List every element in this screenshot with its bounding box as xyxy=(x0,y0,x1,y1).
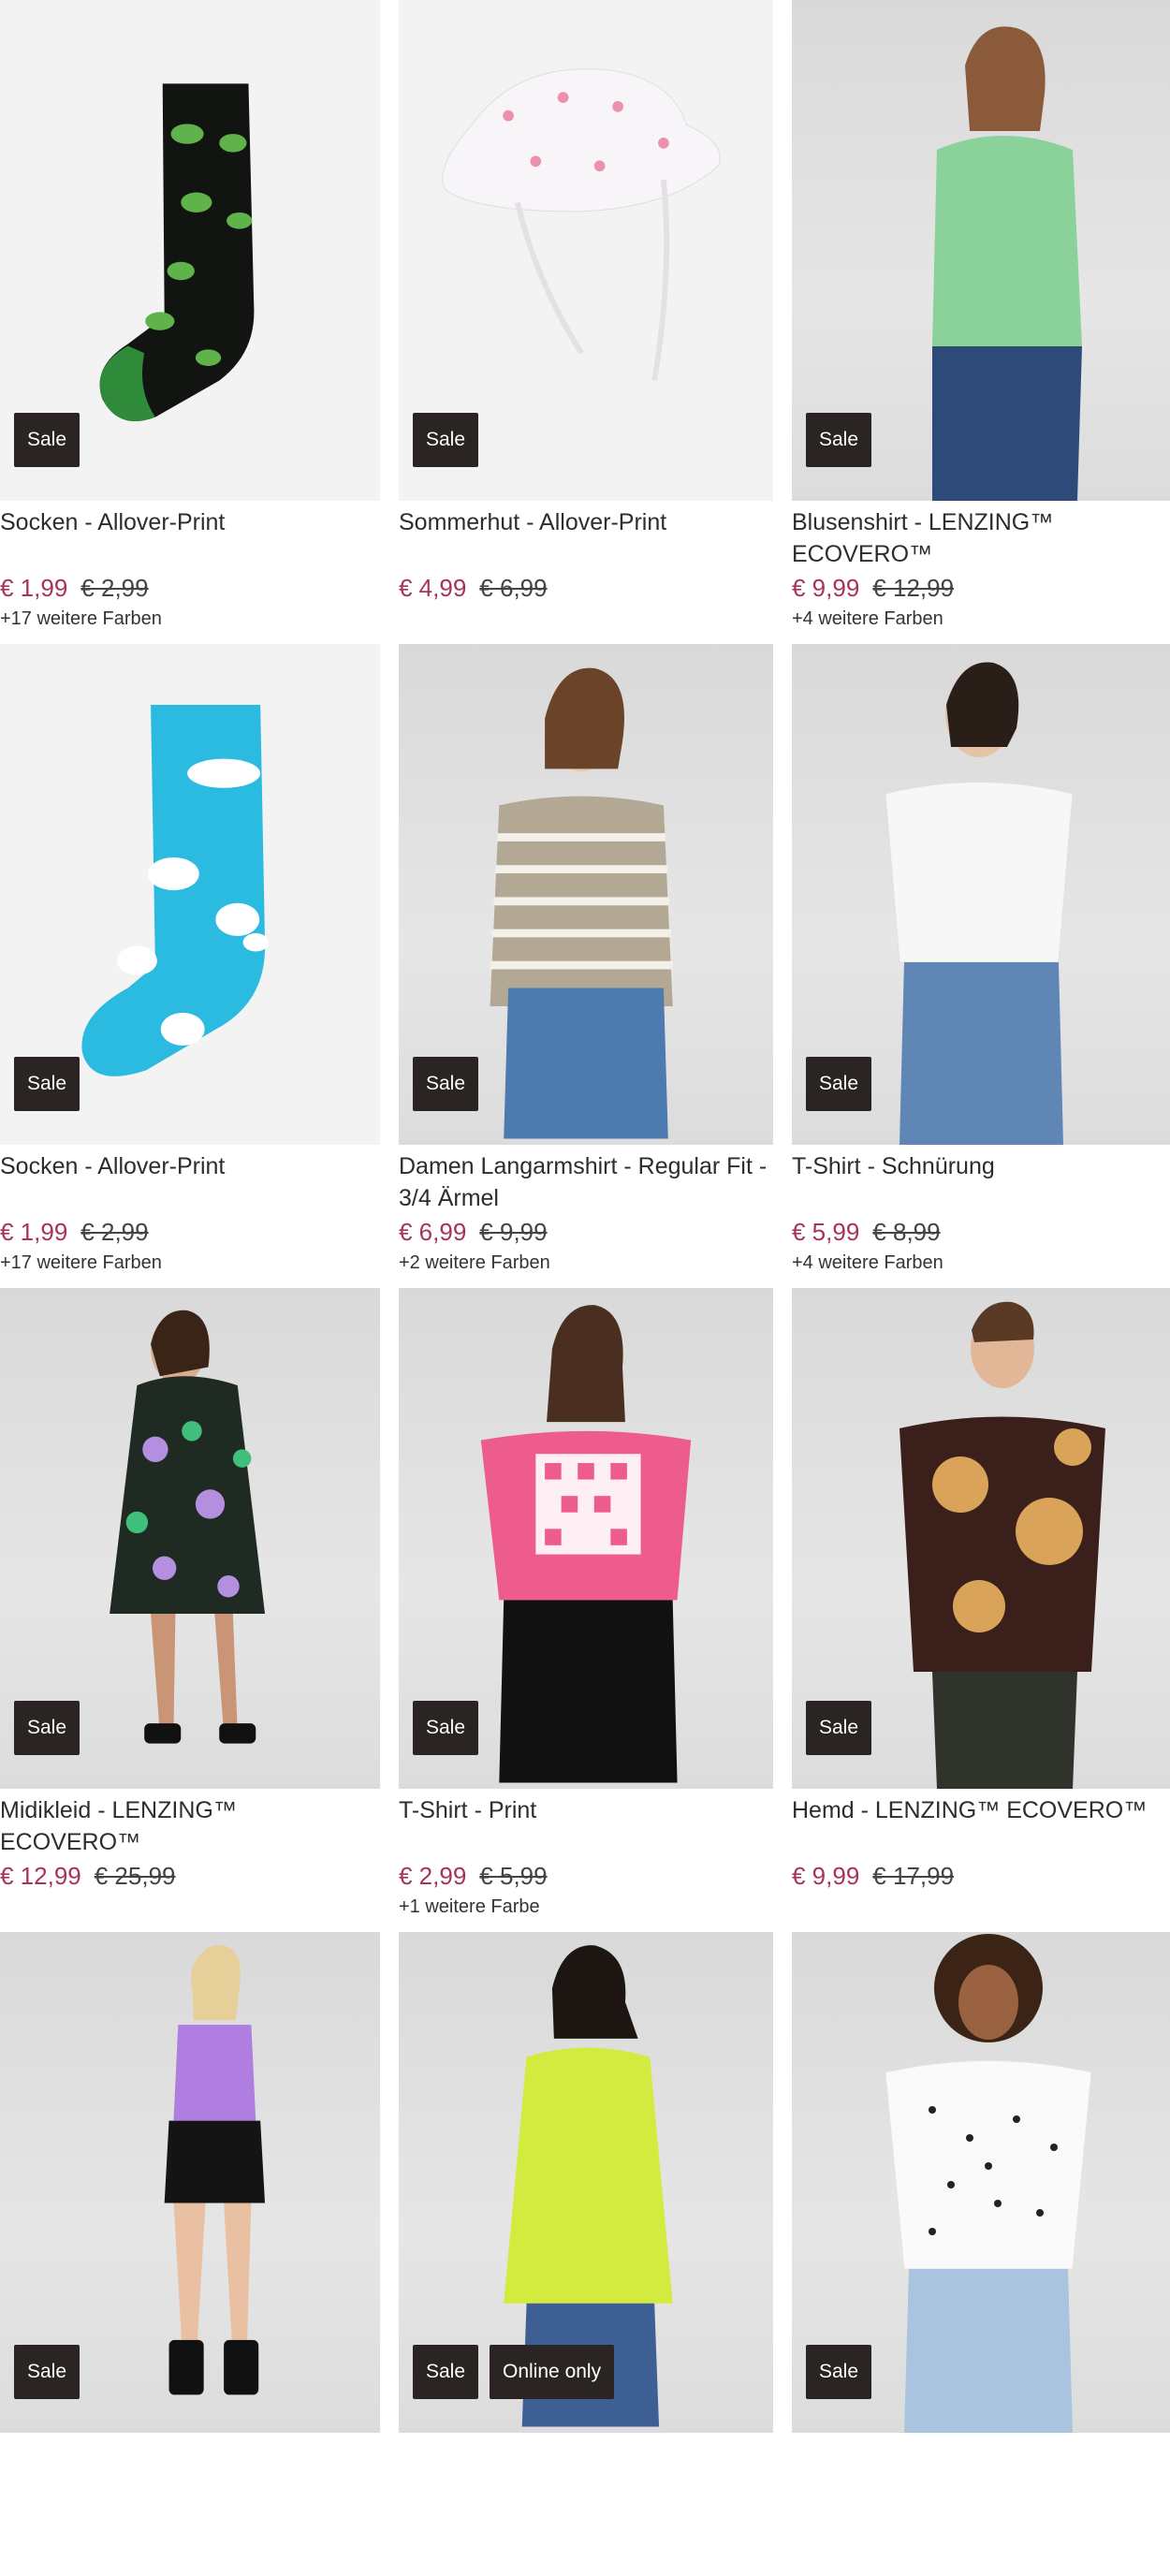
badge-row: Sale xyxy=(806,1057,872,1111)
sale-badge: Sale xyxy=(806,1701,872,1755)
product-title[interactable]: T-Shirt - Schnürung xyxy=(792,1150,1170,1214)
product-title[interactable]: T-Shirt - Print xyxy=(399,1794,773,1858)
product-card[interactable]: Sale Midikleid - LENZING™ ECOVERO™ € 12,… xyxy=(0,1288,389,1932)
sale-badge: Sale xyxy=(413,1701,479,1755)
sale-badge: Sale xyxy=(14,1701,80,1755)
sale-price: € 1,99 xyxy=(0,574,68,602)
badge-row: Sale Online only xyxy=(413,2345,615,2399)
sale-badge: Sale xyxy=(14,1057,80,1111)
product-title[interactable] xyxy=(399,2438,773,2502)
sale-badge: Sale xyxy=(14,2345,80,2399)
sale-badge: Sale xyxy=(413,1057,479,1111)
product-image[interactable]: Sale xyxy=(399,644,773,1145)
product-image[interactable]: Sale xyxy=(792,1288,1170,1789)
original-price: € 2,99 xyxy=(80,1218,149,1246)
badge-row: Sale xyxy=(14,413,80,467)
sale-price: € 12,99 xyxy=(0,1862,81,1890)
badge-row: Sale xyxy=(14,2345,80,2399)
product-image[interactable]: Sale xyxy=(0,1288,380,1789)
sale-price: € 9,99 xyxy=(792,574,860,602)
product-title[interactable]: Socken - Allover-Print xyxy=(0,1150,380,1214)
badge-row: Sale xyxy=(806,1701,872,1755)
sale-badge: Sale xyxy=(806,2345,872,2399)
sale-price: € 2,99 xyxy=(399,1862,467,1890)
badge-row: Sale xyxy=(806,413,872,467)
product-image[interactable]: Sale xyxy=(792,644,1170,1145)
original-price: € 9,99 xyxy=(479,1218,548,1246)
product-card[interactable]: Sale Socken - Allover-Print € 1,99 € 2,9… xyxy=(0,644,389,1288)
product-image[interactable]: Sale xyxy=(0,1932,380,2433)
badge-row: Sale xyxy=(14,1701,80,1755)
online-only-badge: Online only xyxy=(490,2345,615,2399)
more-colors[interactable]: +17 weitere Farben xyxy=(0,608,380,630)
product-title[interactable]: Sommerhut - Allover-Print xyxy=(399,506,773,570)
more-colors[interactable]: +4 weitere Farben xyxy=(792,1252,1170,1274)
product-image[interactable]: Sale xyxy=(399,0,773,501)
original-price: € 25,99 xyxy=(94,1862,176,1890)
product-title[interactable]: Socken - Allover-Print xyxy=(0,506,380,570)
product-card[interactable]: Sale xyxy=(0,1932,389,2576)
sale-price: € 6,99 xyxy=(399,1218,467,1246)
more-colors[interactable]: +17 weitere Farben xyxy=(0,1252,380,1274)
product-image[interactable]: Sale xyxy=(792,0,1170,501)
product-title[interactable] xyxy=(792,2438,1170,2502)
badge-row: Sale xyxy=(413,1701,479,1755)
sale-badge: Sale xyxy=(806,1057,872,1111)
sale-badge: Sale xyxy=(413,413,479,467)
product-card[interactable]: Sale T-Shirt - Print € 2,99 € 5,99 +1 we… xyxy=(389,1288,782,1932)
sale-price: € 5,99 xyxy=(792,1218,860,1246)
sale-badge: Sale xyxy=(413,2345,479,2399)
product-card[interactable]: Sale xyxy=(782,1932,1170,2576)
badge-row: Sale xyxy=(413,413,479,467)
product-image[interactable]: Sale xyxy=(0,0,380,501)
product-grid: Sale Socken - Allover-Print € 1,99 € 2,9… xyxy=(0,0,1170,2576)
product-card[interactable]: Sale Online only xyxy=(389,1932,782,2576)
product-card[interactable]: Sale Socken - Allover-Print € 1,99 € 2,9… xyxy=(0,0,389,644)
product-image[interactable]: Sale xyxy=(0,644,380,1145)
product-image[interactable]: Sale Online only xyxy=(399,1932,773,2433)
original-price: € 6,99 xyxy=(479,574,548,602)
product-image[interactable]: Sale xyxy=(792,1932,1170,2433)
product-title[interactable]: Damen Langarmshirt - Regular Fit - 3/4 Ä… xyxy=(399,1150,773,1214)
sale-price: € 9,99 xyxy=(792,1862,860,1890)
sale-badge: Sale xyxy=(806,413,872,467)
product-card[interactable]: Sale Hemd - LENZING™ ECOVERO™ € 9,99 € 1… xyxy=(782,1288,1170,1932)
product-title[interactable]: Midikleid - LENZING™ ECOVERO™ xyxy=(0,1794,380,1858)
product-title[interactable]: Hemd - LENZING™ ECOVERO™ xyxy=(792,1794,1170,1858)
more-colors[interactable]: +4 weitere Farben xyxy=(792,608,1170,630)
badge-row: Sale xyxy=(413,1057,479,1111)
product-card[interactable]: Sale Sommerhut - Allover-Print € 4,99 € … xyxy=(389,0,782,644)
sale-price: € 4,99 xyxy=(399,574,467,602)
product-card[interactable]: Sale Blusenshirt - LENZING™ ECOVERO™ € 9… xyxy=(782,0,1170,644)
badge-row: Sale xyxy=(806,2345,872,2399)
original-price: € 12,99 xyxy=(872,574,955,602)
sale-badge: Sale xyxy=(14,413,80,467)
product-card[interactable]: Sale T-Shirt - Schnürung € 5,99 € 8,99 +… xyxy=(782,644,1170,1288)
more-colors[interactable]: +1 weitere Farbe xyxy=(399,1896,773,1918)
badge-row: Sale xyxy=(14,1057,80,1111)
original-price: € 8,99 xyxy=(872,1218,941,1246)
product-title[interactable] xyxy=(0,2438,380,2502)
original-price: € 5,99 xyxy=(479,1862,548,1890)
original-price: € 17,99 xyxy=(872,1862,955,1890)
sale-price: € 1,99 xyxy=(0,1218,68,1246)
original-price: € 2,99 xyxy=(80,574,149,602)
product-card[interactable]: Sale Damen Langarmshirt - Regular Fit - … xyxy=(389,644,782,1288)
product-image[interactable]: Sale xyxy=(399,1288,773,1789)
more-colors[interactable]: +2 weitere Farben xyxy=(399,1252,773,1274)
product-title[interactable]: Blusenshirt - LENZING™ ECOVERO™ xyxy=(792,506,1170,570)
